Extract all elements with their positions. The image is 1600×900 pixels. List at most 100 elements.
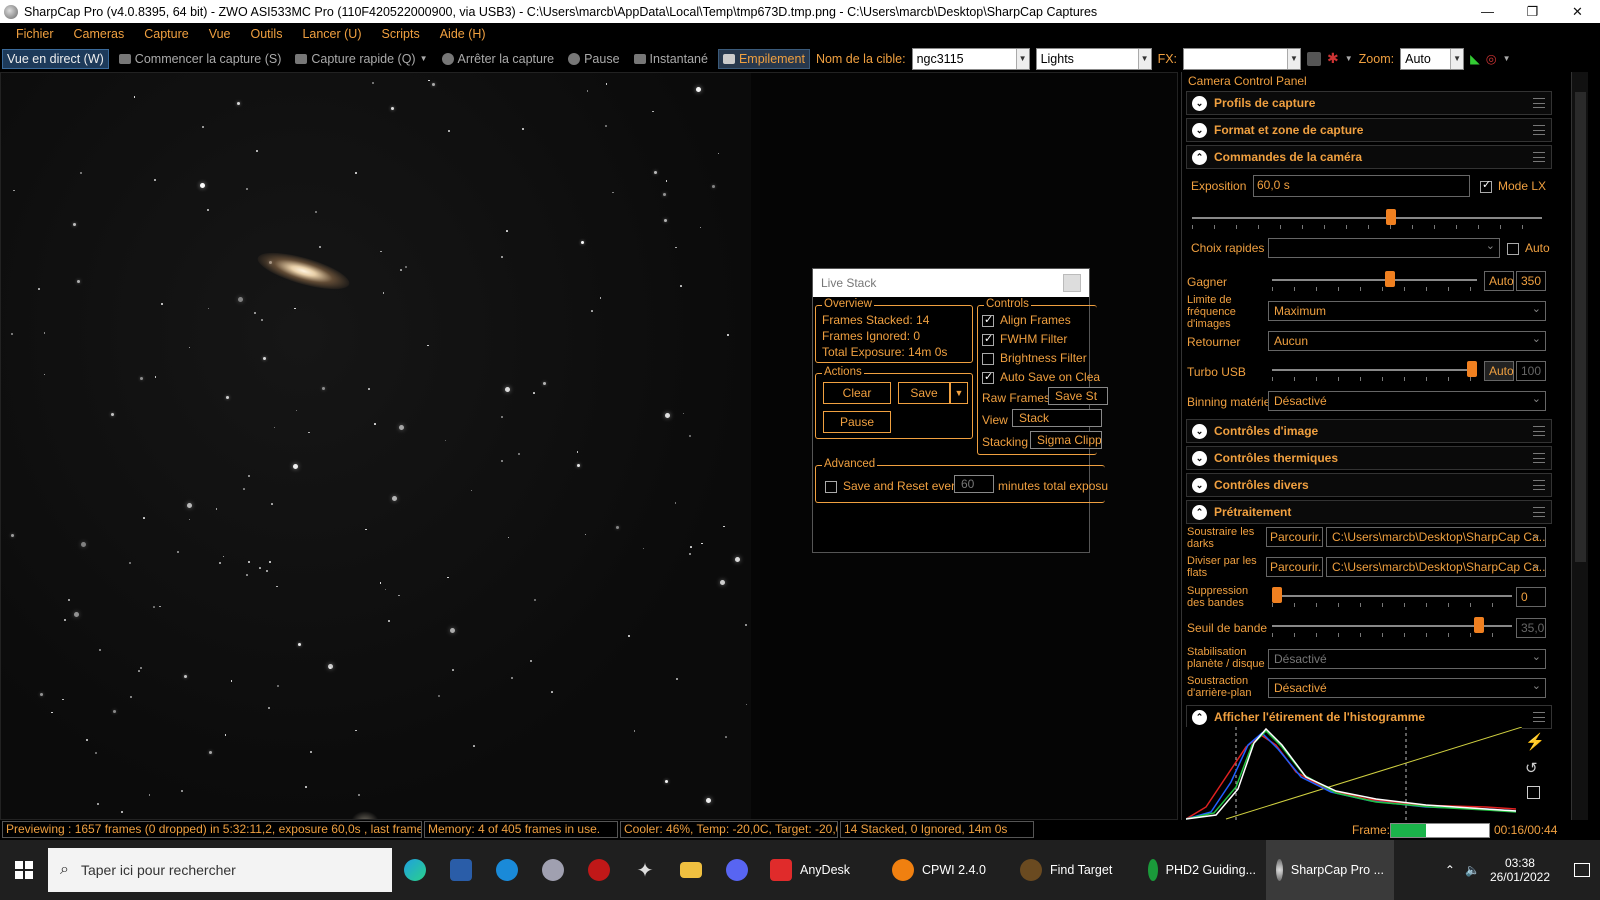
save-dropdown-icon[interactable]: ▼ [950, 382, 968, 404]
section-thermal-controls[interactable]: ⌄ Contrôles thermiques [1186, 446, 1552, 470]
band-threshold-slider[interactable] [1272, 617, 1512, 637]
expand-icon[interactable]: ⌄ [1192, 122, 1207, 138]
panel-scrollbar[interactable] [1571, 72, 1588, 820]
taskbar-search[interactable]: ⌕ Taper ici pour rechercher [48, 848, 392, 892]
turbo-usb-slider-thumb[interactable] [1467, 361, 1477, 377]
histogram-toggle-icon[interactable] [1307, 51, 1322, 66]
section-histogram-stretch[interactable]: ⌃ Afficher l'étirement de l'histogramme [1186, 705, 1552, 729]
band-threshold-slider-thumb[interactable] [1474, 617, 1485, 633]
file-explorer-icon[interactable] [668, 840, 714, 900]
live-view-button[interactable]: Vue en direct (W) [2, 48, 109, 69]
brightness-filter-checkbox[interactable] [982, 352, 994, 365]
chevron-down-icon[interactable]: ▼ [1345, 54, 1353, 63]
start-capture-button[interactable]: Commencer la capture (S) [115, 50, 286, 68]
flats-browse-button[interactable]: Parcourir... [1266, 557, 1323, 577]
background-subtraction-select[interactable]: Désactivé [1268, 678, 1546, 698]
edge-icon[interactable] [392, 840, 438, 900]
menu-icon[interactable] [1533, 453, 1545, 463]
chevron-down-icon[interactable]: ▼ [420, 54, 428, 63]
stop-capture-button[interactable]: Arrêter la capture [438, 50, 559, 68]
gain-auto-button[interactable]: Auto [1484, 271, 1514, 291]
stellarium-icon[interactable] [438, 840, 484, 900]
section-misc-controls[interactable]: ⌄ Contrôles divers [1186, 473, 1552, 497]
menu-icon[interactable] [1533, 507, 1545, 517]
gain-slider-thumb[interactable] [1385, 271, 1396, 287]
telescope-app-icon[interactable] [530, 840, 576, 900]
save-reset-checkbox[interactable] [825, 480, 837, 493]
section-preprocessing[interactable]: ⌃ Prétraitement [1186, 500, 1552, 524]
exposure-slider-thumb[interactable] [1385, 209, 1396, 225]
chevron-down-icon[interactable]: ▼ [1503, 54, 1511, 63]
taskbar-app-find-target[interactable]: Find Target [1010, 840, 1138, 900]
darks-path-select[interactable]: C:\Users\marcb\Desktop\SharpCap Ca... [1326, 527, 1546, 547]
menu-aide[interactable]: Aide (H) [430, 27, 496, 41]
live-stack-header[interactable]: Live Stack [813, 269, 1089, 297]
fx-combo[interactable]: ▼ [1183, 47, 1302, 70]
flats-path-select[interactable]: C:\Users\marcb\Desktop\SharpCap Ca... [1326, 557, 1546, 577]
menu-icon[interactable] [1533, 426, 1545, 436]
save-reset-row[interactable]: Save and Reset every [825, 479, 961, 493]
graph-icon[interactable]: ◣ [1470, 51, 1480, 66]
view-select[interactable]: Stack [1012, 409, 1102, 427]
menu-lancer[interactable]: Lancer (U) [292, 27, 371, 41]
quick-capture-button[interactable]: Capture rapide (Q) ▼ [291, 50, 431, 68]
lightning-icon[interactable]: ⚡ [1525, 732, 1545, 752]
chevron-down-icon[interactable]: ▼ [1137, 48, 1151, 69]
minimize-icon[interactable]: — [1465, 0, 1510, 23]
fps-limit-select[interactable]: Maximum [1268, 301, 1546, 321]
menu-outils[interactable]: Outils [241, 27, 293, 41]
section-format[interactable]: ⌄ Format et zone de capture [1186, 118, 1552, 142]
histogram-chart[interactable] [1186, 727, 1522, 820]
stacking-select[interactable]: Sigma Clipp [1030, 431, 1102, 449]
expand-icon[interactable]: ⌄ [1192, 477, 1207, 493]
chevron-down-icon[interactable]: ▼ [1450, 48, 1464, 69]
scrollbar-thumb[interactable] [1575, 92, 1586, 562]
turbo-auto-button[interactable]: Auto [1484, 361, 1514, 381]
zoom-tool-icon[interactable]: ◎ [1486, 51, 1497, 66]
quick-auto-checkbox[interactable] [1507, 242, 1519, 255]
turbo-usb-slider[interactable] [1272, 361, 1477, 381]
align-frames-checkbox[interactable] [982, 313, 994, 327]
brightness-filter-row[interactable]: Brightness Filter [982, 351, 1087, 365]
fwhm-filter-row[interactable]: FWHM Filter [982, 332, 1067, 346]
menu-icon[interactable] [1533, 152, 1545, 162]
clock[interactable]: 03:38 26/01/2022 [1490, 856, 1550, 884]
mode-lx-checkbox[interactable] [1480, 179, 1492, 193]
mode-lx-row[interactable]: Mode LX [1480, 179, 1546, 193]
taskbar-app-phd2[interactable]: PHD2 Guiding... [1138, 840, 1266, 900]
fwhm-filter-checkbox[interactable] [982, 332, 994, 346]
save-disk-icon[interactable] [1527, 786, 1540, 799]
menu-icon[interactable] [1533, 480, 1545, 490]
section-image-controls[interactable]: ⌄ Contrôles d'image [1186, 419, 1552, 443]
zoom-combo[interactable]: Auto ▼ [1400, 47, 1465, 70]
restore-icon[interactable]: ❐ [1510, 0, 1555, 23]
menu-icon[interactable] [1533, 712, 1545, 722]
snapshot-button[interactable]: Instantané [630, 50, 712, 68]
menu-icon[interactable] [1533, 98, 1545, 108]
crosshair-icon[interactable]: ✱ [1327, 50, 1339, 67]
close-icon[interactable]: ✕ [1555, 0, 1600, 23]
collapse-icon[interactable]: ⌃ [1192, 709, 1207, 725]
menu-scripts[interactable]: Scripts [372, 27, 430, 41]
frame-type-combo[interactable]: Lights ▼ [1035, 47, 1152, 70]
pause-stack-button[interactable]: Pause [823, 411, 891, 433]
close-icon[interactable] [1063, 274, 1081, 292]
expand-icon[interactable]: ⌄ [1192, 423, 1207, 439]
start-button[interactable] [0, 840, 48, 900]
ccleaner-icon[interactable] [484, 840, 530, 900]
menu-vue[interactable]: Vue [199, 27, 241, 41]
exposure-slider[interactable] [1192, 209, 1542, 229]
align-frames-row[interactable]: Align Frames [982, 313, 1071, 327]
reset-icon[interactable]: ↺ [1525, 759, 1538, 777]
red-app-icon[interactable] [576, 840, 622, 900]
flip-select[interactable]: Aucun [1268, 331, 1546, 351]
auto-save-row[interactable]: Auto Save on Clea [982, 370, 1100, 384]
taskbar-app-cpwi[interactable]: CPWI 2.4.0 [882, 840, 1010, 900]
section-capture-profiles[interactable]: ⌄ Profils de capture [1186, 91, 1552, 115]
clear-button[interactable]: Clear [823, 382, 891, 404]
section-camera-controls[interactable]: ⌃ Commandes de la caméra [1186, 145, 1552, 169]
quick-choices-select[interactable] [1268, 238, 1500, 258]
expand-icon[interactable]: ⌄ [1192, 450, 1207, 466]
darks-browse-button[interactable]: Parcourir... [1266, 527, 1323, 547]
auto-save-checkbox[interactable] [982, 370, 994, 384]
